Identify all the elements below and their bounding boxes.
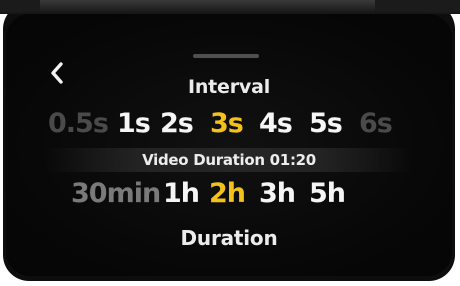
top-strip — [0, 0, 460, 14]
interval-option-4s[interactable]: 4s — [259, 108, 293, 139]
top-strip-left — [0, 0, 40, 12]
interval-option-5s[interactable]: 5s — [309, 108, 343, 139]
duration-option-5h[interactable]: 5h — [309, 178, 346, 209]
duration-option-30min[interactable]: 30min — [71, 178, 161, 209]
duration-picker[interactable]: 30min 1h 2h 3h 5h — [6, 178, 452, 218]
interval-option-3s-selected[interactable]: 3s — [210, 108, 244, 139]
interval-option-2s[interactable]: 2s — [160, 108, 194, 139]
duration-option-1h[interactable]: 1h — [163, 178, 200, 209]
timelapse-settings-screen: Interval 0.5s 1s 2s 3s 4s 5s 6s Video Du… — [6, 14, 452, 276]
top-strip-right — [375, 0, 460, 12]
duration-option-3h[interactable]: 3h — [259, 178, 296, 209]
drag-handle[interactable] — [193, 54, 259, 58]
duration-option-2h-selected[interactable]: 2h — [209, 178, 246, 209]
device-frame: Interval 0.5s 1s 2s 3s 4s 5s 6s Video Du… — [0, 0, 460, 286]
interval-option-6s[interactable]: 6s — [359, 108, 393, 139]
interval-option-0-5s[interactable]: 0.5s — [48, 108, 109, 139]
interval-title: Interval — [187, 76, 271, 98]
video-duration-label: Video Duration 01:20 — [142, 151, 316, 169]
duration-title: Duration — [180, 226, 278, 250]
interval-option-1s[interactable]: 1s — [117, 108, 151, 139]
interval-picker[interactable]: 0.5s 1s 2s 3s 4s 5s 6s — [6, 108, 452, 148]
